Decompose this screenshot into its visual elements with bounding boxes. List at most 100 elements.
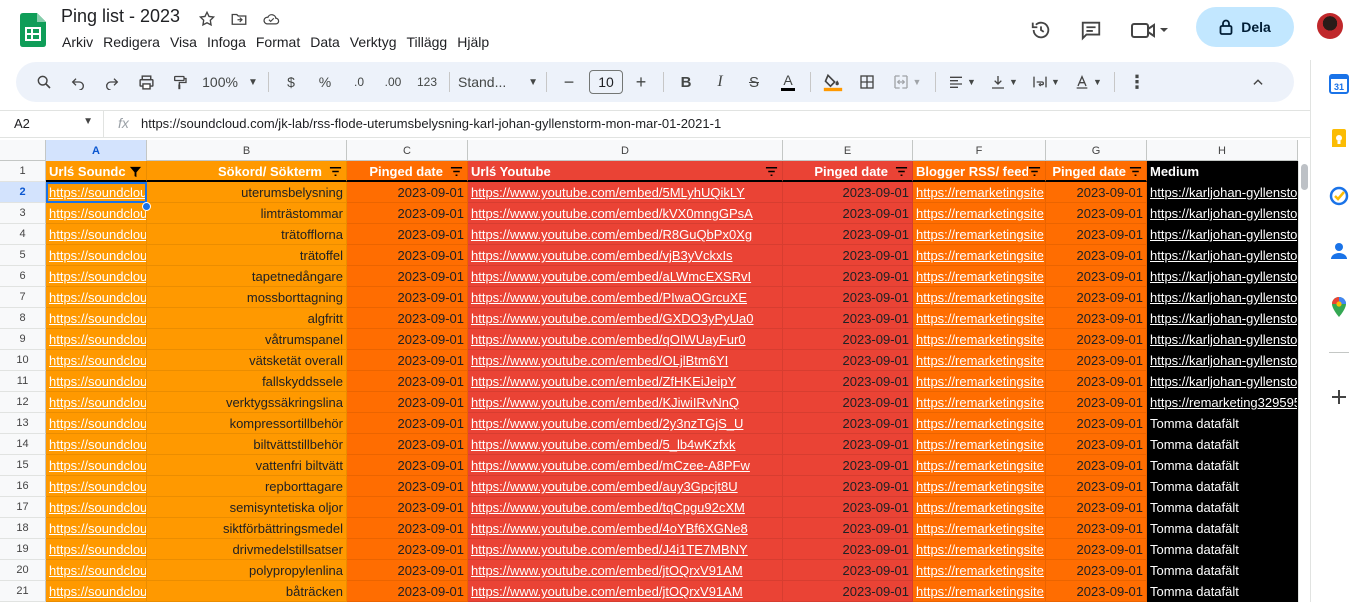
cell-link[interactable]: https://www.youtube.com/embed/jtOQrxV91A… [471,584,743,599]
cell-h[interactable]: https://karljohan-gyllenstorm [1147,182,1298,203]
cell-link[interactable]: https://soundcloud [49,416,146,431]
cell-e[interactable]: 2023-09-01 [783,371,913,392]
calendar-icon[interactable]: 31 [1329,74,1349,94]
cell-h[interactable]: Tomma datafält [1147,581,1298,602]
maps-icon[interactable] [1329,297,1349,317]
cell-link[interactable]: https://www.youtube.com/embed/OLjlBtm6YI [471,353,728,368]
menu-item[interactable]: Tillägg [407,34,456,50]
cell-c[interactable]: 2023-09-01 [347,518,468,539]
cell-e[interactable]: 2023-09-01 [783,434,913,455]
cell-a[interactable]: https://soundcloud [46,266,147,287]
row-number[interactable]: 2 [0,182,46,203]
cell-a[interactable]: https://soundcloud [46,203,147,224]
cell-e[interactable]: 2023-09-01 [783,455,913,476]
cell-link[interactable]: https://karljohan-gyllenstorm [1150,269,1297,284]
cell-d[interactable]: https://www.youtube.com/embed/OLjlBtm6YI [468,350,783,371]
text-color-icon[interactable]: A [774,68,802,96]
cell-h[interactable]: https://karljohan-gyllenstorm [1147,308,1298,329]
bold-icon[interactable]: B [672,68,700,96]
column-header-e[interactable]: E [783,140,913,161]
menu-item[interactable]: Data [310,34,348,50]
cell-d[interactable]: https://www.youtube.com/embed/5_lb4wKzfx… [468,434,783,455]
fill-handle[interactable] [142,202,151,211]
cell-b[interactable]: verktygssäkringslina [147,392,347,413]
text-wrap-icon[interactable]: ▼ [1028,68,1064,96]
header-cell-f[interactable]: Blogger RSS/ feed [913,161,1046,182]
cell-c[interactable]: 2023-09-01 [347,224,468,245]
cell-f[interactable]: https://remarketingsite [913,518,1046,539]
cell-a[interactable]: https://soundcloud [46,392,147,413]
row-number[interactable]: 17 [0,497,46,518]
cell-a[interactable]: https://soundcloud [46,329,147,350]
cell-e[interactable]: 2023-09-01 [783,350,913,371]
cell-c[interactable]: 2023-09-01 [347,476,468,497]
font-family-select[interactable]: Stand... ▼ [458,68,538,96]
cell-link[interactable]: https://soundcloud [49,290,146,305]
cell-d[interactable]: https://www.youtube.com/embed/4oYBf6XGNe… [468,518,783,539]
cell-c[interactable]: 2023-09-01 [347,497,468,518]
cell-f[interactable]: https://remarketingsite [913,413,1046,434]
cell-h[interactable]: https://karljohan-gyllenstorm [1147,329,1298,350]
cell-link[interactable]: https://remarketingsite [916,416,1044,431]
cell-f[interactable]: https://remarketingsite [913,203,1046,224]
cell-h[interactable]: Tomma datafält [1147,476,1298,497]
contacts-icon[interactable] [1329,241,1349,261]
column-header-h[interactable]: H [1147,140,1298,161]
cell-b[interactable]: vätsketät overall [147,350,347,371]
cell-link[interactable]: https://www.youtube.com/embed/PIwaOGrcuX… [471,290,747,305]
cell-h[interactable]: https://remarketing329595 [1147,392,1298,413]
font-size-decrease-icon[interactable]: − [555,68,583,96]
cell-link[interactable]: https://www.youtube.com/embed/5_lb4wKzfx… [471,437,735,452]
cell-g[interactable]: 2023-09-01 [1046,203,1147,224]
row-number[interactable]: 14 [0,434,46,455]
cell-link[interactable]: https://karljohan-gyllenstorm [1150,332,1297,347]
cell-link[interactable]: https://www.youtube.com/embed/qOIWUayFur… [471,332,746,347]
search-menus-icon[interactable] [30,68,58,96]
cell-b[interactable]: fallskyddssele [147,371,347,392]
cell-link[interactable]: https://remarketing329595 [1150,395,1297,410]
cell-link[interactable]: https://karljohan-gyllenstorm [1150,311,1297,326]
cell-link[interactable]: https://remarketingsite [916,437,1044,452]
cell-b[interactable]: semisyntetiska oljor [147,497,347,518]
sheets-logo-icon[interactable] [20,13,46,47]
font-size-input[interactable]: 10 [589,70,623,94]
cell-e[interactable]: 2023-09-01 [783,497,913,518]
cell-e[interactable]: 2023-09-01 [783,308,913,329]
cell-f[interactable]: https://remarketingsite [913,434,1046,455]
star-icon[interactable] [198,10,216,28]
cell-link[interactable]: https://soundcloud [49,500,146,515]
cell-link[interactable]: https://www.youtube.com/embed/5MLyhUQikL… [471,185,745,200]
cell-h[interactable]: https://karljohan-gyllenstorm [1147,371,1298,392]
text-rotation-icon[interactable]: ▼ [1070,68,1106,96]
cell-link[interactable]: https://remarketingsite [916,521,1044,536]
cell-e[interactable]: 2023-09-01 [783,329,913,350]
document-title[interactable]: Ping list - 2023 [61,6,180,27]
cell-e[interactable]: 2023-09-01 [783,266,913,287]
cell-e[interactable]: 2023-09-01 [783,539,913,560]
cell-link[interactable]: https://www.youtube.com/embed/jtOQrxV91A… [471,563,743,578]
cell-e[interactable]: 2023-09-01 [783,476,913,497]
menu-item[interactable]: Verktyg [350,34,405,50]
filter-icon[interactable] [1129,165,1142,178]
cell-b[interactable]: uterumsbelysning [147,182,347,203]
formula-input[interactable]: https://soundcloud.com/jk-lab/rss-flode-… [141,116,721,131]
cloud-saved-icon[interactable] [262,10,280,28]
cell-f[interactable]: https://remarketingsite [913,308,1046,329]
cell-a[interactable]: https://soundcloud [46,182,147,203]
cell-h[interactable]: Tomma datafält [1147,413,1298,434]
cell-a[interactable]: https://soundcloud [46,350,147,371]
cell-a[interactable]: https://soundcloud [46,371,147,392]
cell-d[interactable]: https://www.youtube.com/embed/jtOQrxV91A… [468,581,783,602]
cell-link[interactable]: https://soundcloud [49,521,146,536]
cell-link[interactable]: https://www.youtube.com/embed/auy3Gpcjt8… [471,479,738,494]
cell-f[interactable]: https://remarketingsite [913,266,1046,287]
cell-link[interactable]: https://remarketingsite [916,395,1044,410]
cell-link[interactable]: https://soundcloud [49,437,146,452]
cell-a[interactable]: https://soundcloud [46,518,147,539]
vertical-scrollbar[interactable] [1298,161,1310,602]
cell-link[interactable]: https://soundcloud [49,185,146,200]
row-number[interactable]: 1 [0,161,46,182]
cell-c[interactable]: 2023-09-01 [347,203,468,224]
cell-d[interactable]: https://www.youtube.com/embed/tqCpgu92cX… [468,497,783,518]
cell-d[interactable]: https://www.youtube.com/embed/kVX0mngGPs… [468,203,783,224]
